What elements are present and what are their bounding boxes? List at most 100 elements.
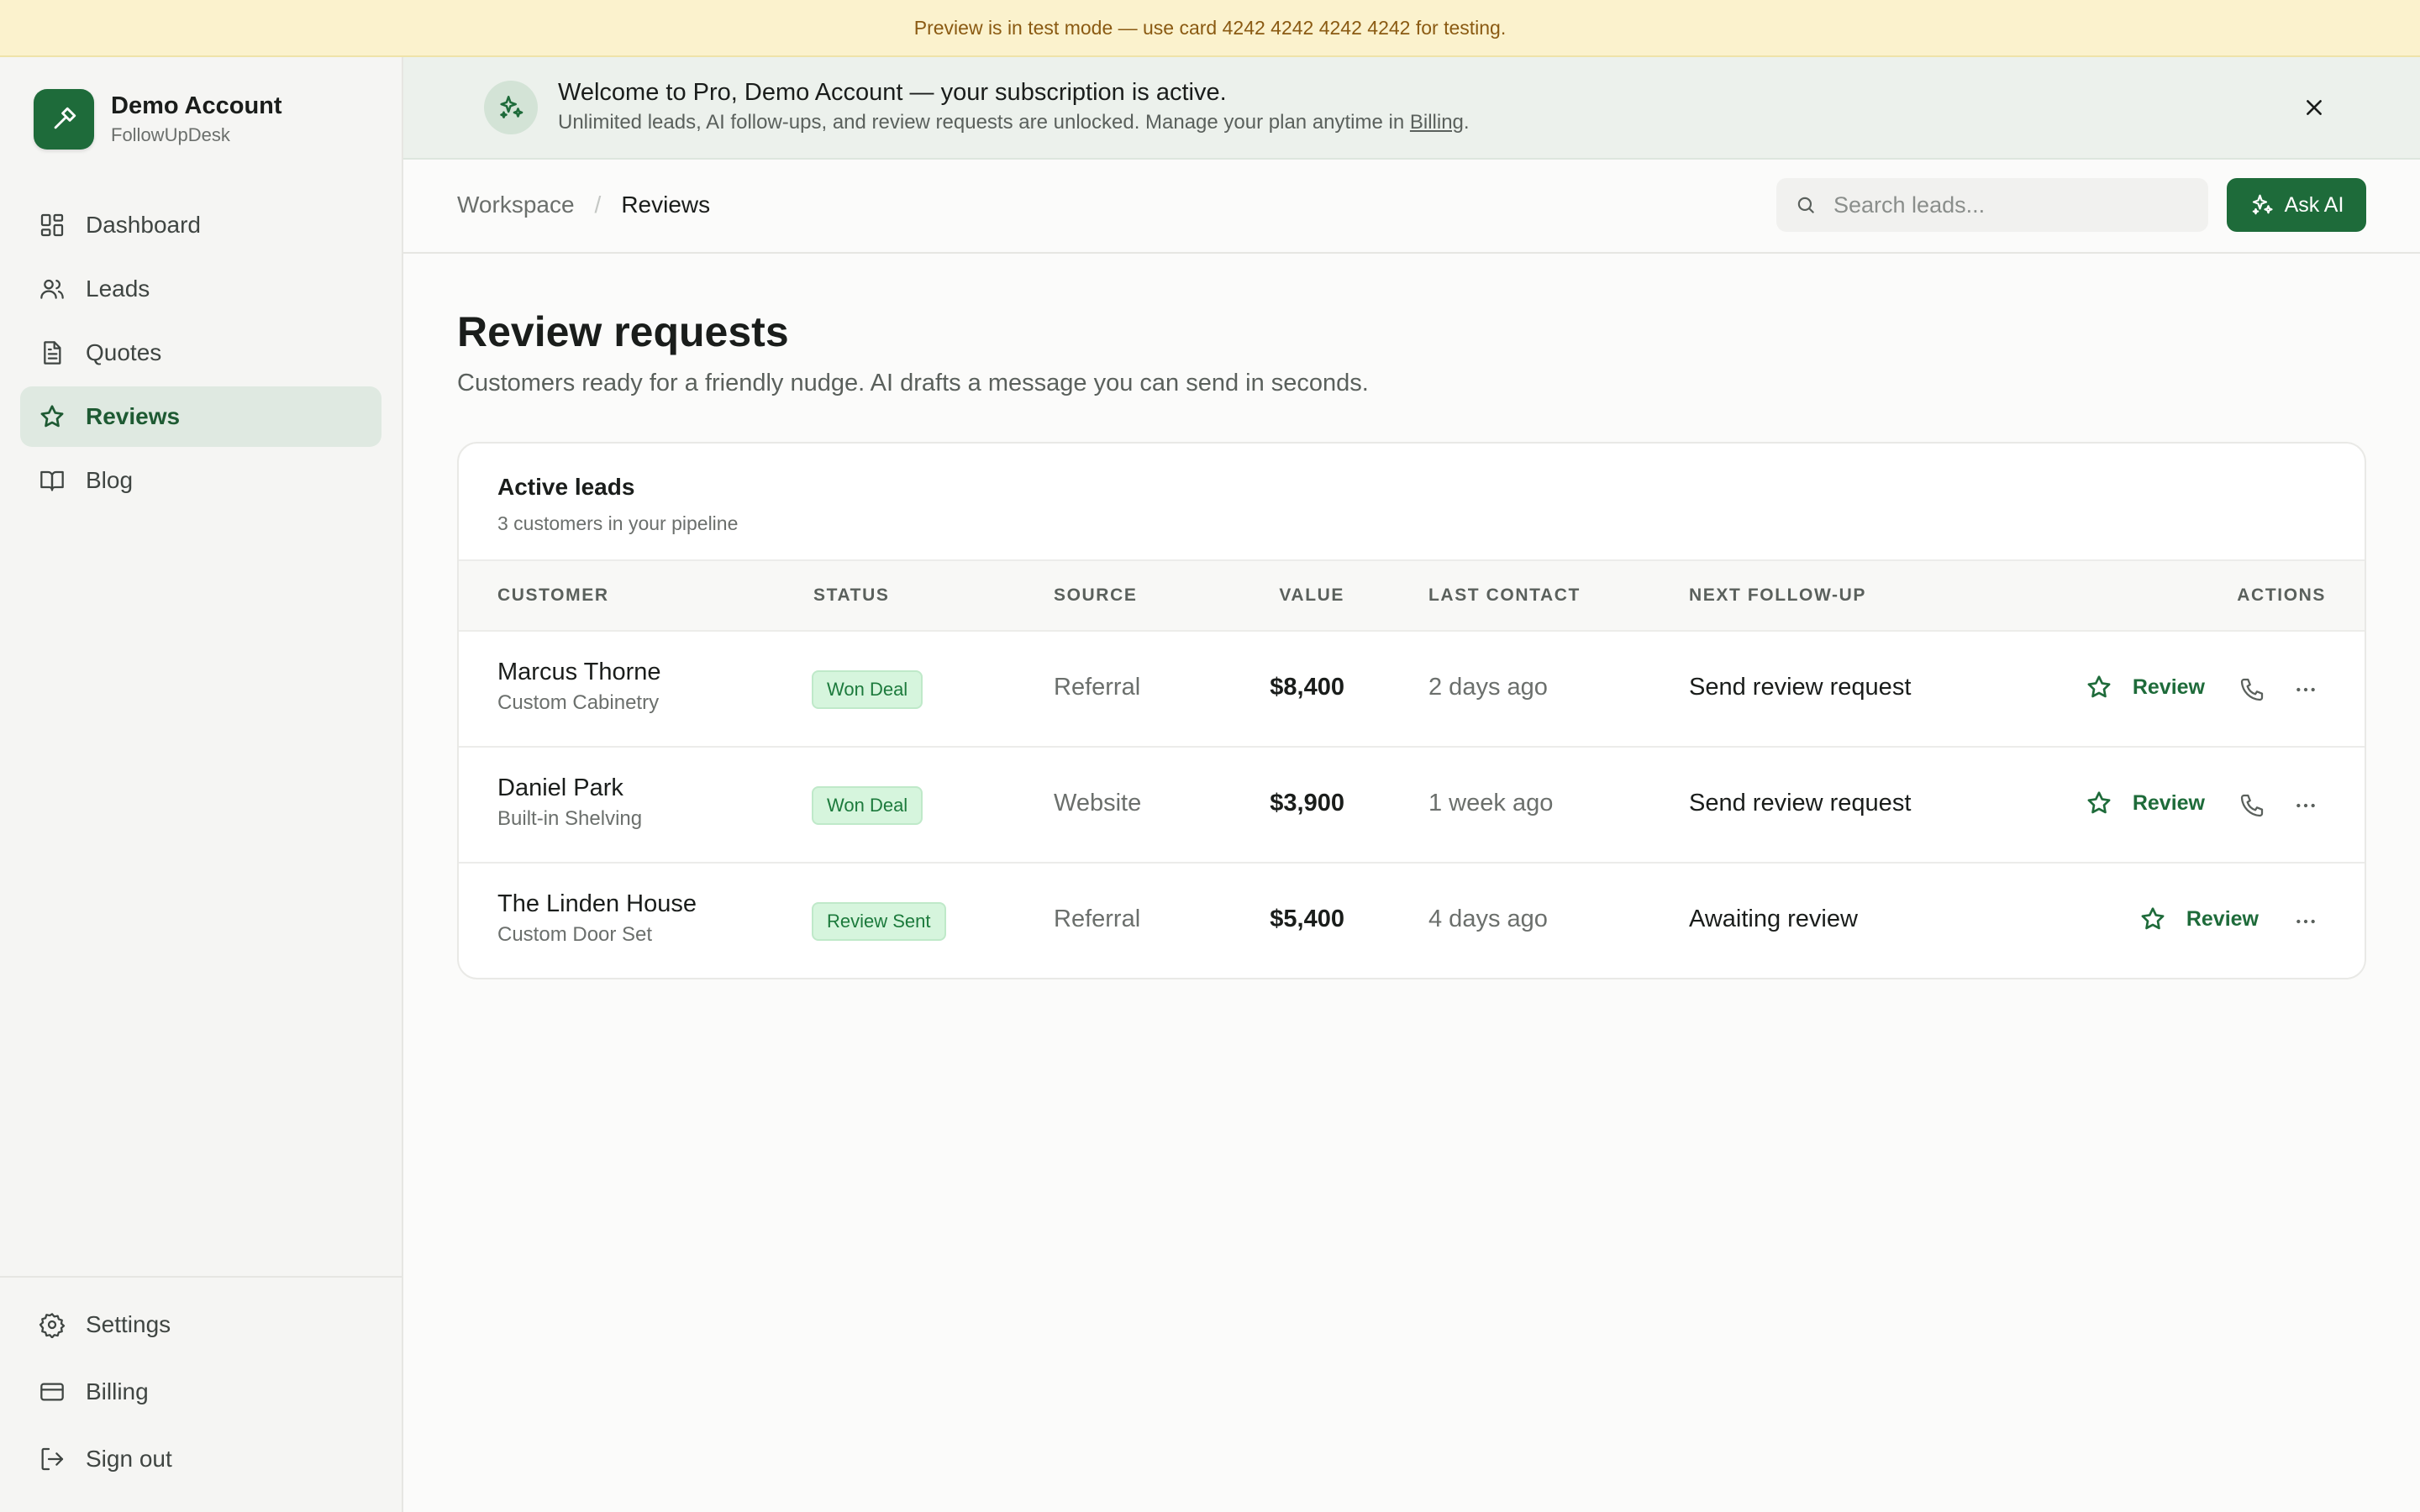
source-cell: Referral [1054,674,1141,701]
sidebar-item-label: Reviews [86,403,181,429]
users-icon [39,276,66,302]
column-customer: CUSTOMER [497,585,609,605]
customer-project: Custom Door Set [497,923,653,946]
page-title: Review requests [457,308,789,355]
welcome-title: Welcome to Pro, Demo Account — your subs… [558,79,1227,106]
status-cell: Review Sent [812,902,946,941]
sidebar-item-label: Sign out [86,1446,172,1472]
test-mode-text: Preview is in test mode — use card 4242 … [913,16,1507,39]
table-row: The Linden House Custom Door Set Review … [459,864,2365,978]
dashboard-icon [39,212,66,239]
more-options-button[interactable] [2289,673,2323,706]
breadcrumb-current: Reviews [621,192,711,218]
card-header: Active leads 3 customers in your pipelin… [459,444,2365,561]
breadcrumb: Workspace / Reviews [457,192,710,218]
sidebar-item-label: Quotes [86,339,162,365]
sidebar-item-billing[interactable]: Billing [20,1360,381,1424]
column-source: SOURCE [1054,585,1138,605]
call-button[interactable] [2235,789,2269,822]
source-cell: Website [1054,790,1142,816]
document-icon [39,339,66,366]
more-icon [2296,687,2315,692]
sidebar-item-label: Settings [86,1311,171,1337]
last-contact-cell: 1 week ago [1428,790,1554,816]
main-nav: Dashboard Leads Quotes Reviews Blog [20,195,381,514]
top-bar: Workspace / Reviews Ask AI [403,160,2420,254]
review-button[interactable]: Review [2086,790,2205,816]
value-cell: $3,900 [1270,790,1344,816]
search-icon [1797,197,1814,213]
sidebar-item-settings[interactable]: Settings [20,1293,381,1357]
ask-ai-button[interactable]: Ask AI [2227,178,2366,232]
source-cell: Referral [1054,906,1141,932]
last-contact-cell: 2 days ago [1428,674,1548,701]
column-next-follow-up: NEXT FOLLOW-UP [1689,585,1866,605]
sign-out-icon [39,1446,66,1473]
column-actions: ACTIONS [2237,585,2326,605]
customer-cell: The Linden House Custom Door Set [497,890,697,947]
call-button[interactable] [2235,673,2269,706]
welcome-subtitle-text: Unlimited leads, AI follow-ups, and revi… [558,111,1410,134]
phone-icon [2240,678,2264,701]
gear-icon [39,1311,66,1338]
status-badge: Won Deal [812,786,923,825]
column-last-contact: LAST CONTACT [1428,585,1581,605]
next-follow-up-cell: Send review request [1689,674,1912,701]
ask-ai-label: Ask AI [2284,192,2344,217]
customer-cell: Daniel Park Built-in Shelving [497,774,642,831]
value-cell: $8,400 [1270,674,1344,701]
status-cell: Won Deal [812,786,923,825]
sidebar-item-label: Billing [86,1378,149,1404]
review-button-label: Review [2132,790,2205,815]
sidebar-item-leads[interactable]: Leads [20,259,381,319]
star-icon [2087,791,2111,814]
search-input[interactable] [1833,192,2186,218]
sidebar-footer: Settings Billing Sign out [0,1276,402,1512]
card-subtitle: 3 customers in your pipeline [497,512,739,534]
page-subtitle: Customers ready for a friendly nudge. AI… [457,370,1369,396]
close-icon [2307,100,2322,115]
customer-name[interactable]: Daniel Park [497,774,642,802]
close-banner-button[interactable] [2296,89,2333,126]
status-cell: Won Deal [812,670,923,709]
sidebar-item-sign-out[interactable]: Sign out [20,1427,381,1491]
customer-name[interactable]: The Linden House [497,890,697,918]
sidebar-item-quotes[interactable]: Quotes [20,323,381,383]
sidebar-item-blog[interactable]: Blog [20,450,381,511]
sidebar: Demo Account FollowUpDesk Dashboard Lead… [0,57,403,1512]
review-button-label: Review [2132,675,2205,699]
customer-project: Built-in Shelving [497,807,643,830]
customer-project: Custom Cabinetry [497,691,660,714]
active-leads-card: Active leads 3 customers in your pipelin… [457,442,2366,979]
column-status: STATUS [813,585,890,605]
sidebar-item-reviews[interactable]: Reviews [20,386,381,447]
phone-icon [2240,794,2264,817]
review-button[interactable]: Review [2139,906,2259,932]
status-badge: Review Sent [812,902,946,941]
review-button[interactable]: Review [2086,674,2205,701]
more-options-button[interactable] [2289,789,2323,822]
breadcrumb-workspace[interactable]: Workspace [457,192,575,218]
star-icon [39,403,66,430]
welcome-banner: Welcome to Pro, Demo Account — your subs… [403,57,2420,160]
account-switcher[interactable]: Demo Account FollowUpDesk [34,89,282,150]
book-icon [39,467,66,494]
status-badge: Won Deal [812,670,923,709]
sidebar-item-label: Dashboard [86,212,201,238]
more-icon [2296,919,2315,924]
table-row: Marcus Thorne Custom Cabinetry Won Deal … [459,632,2365,748]
search-box [1776,178,2208,232]
product-name: FollowUpDesk [111,124,230,145]
more-options-button[interactable] [2289,905,2323,938]
customer-name[interactable]: Marcus Thorne [497,659,661,686]
account-name: Demo Account [111,92,282,119]
card-title: Active leads [497,474,635,500]
star-icon [2141,907,2165,930]
sidebar-item-dashboard[interactable]: Dashboard [20,195,381,255]
credit-card-icon [39,1378,66,1405]
sparkles-icon [484,81,538,134]
table-row: Daniel Park Built-in Shelving Won Deal W… [459,748,2365,864]
breadcrumb-separator: / [594,192,602,218]
billing-link[interactable]: Billing [1410,111,1464,134]
customer-cell: Marcus Thorne Custom Cabinetry [497,659,661,715]
